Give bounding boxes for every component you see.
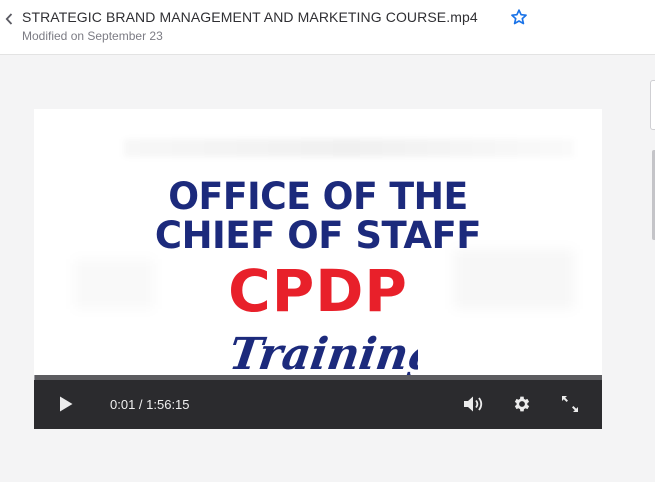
gear-icon: [514, 396, 530, 412]
player-controls: 0:01 / 1:56:15: [34, 375, 602, 429]
file-header: STRATEGIC BRAND MANAGEMENT AND MARKETING…: [0, 0, 655, 55]
video-player[interactable]: OFFICE OF THE CHIEF OF STAFF CPDP Traini…: [34, 109, 602, 429]
svg-text:Training: Training: [228, 328, 418, 380]
back-button[interactable]: [0, 9, 18, 29]
fullscreen-icon: [562, 396, 578, 412]
frame-background-blur: [124, 139, 574, 157]
file-title: STRATEGIC BRAND MANAGEMENT AND MARKETING…: [22, 9, 478, 25]
video-frame[interactable]: OFFICE OF THE CHIEF OF STAFF CPDP Traini…: [34, 109, 602, 380]
volume-icon: [464, 396, 483, 412]
side-panel-tab[interactable]: [650, 80, 655, 130]
favorite-button[interactable]: [510, 8, 528, 26]
chevron-left-icon: [5, 13, 13, 25]
progress-bar[interactable]: [34, 375, 602, 380]
modified-date: Modified on September 23: [22, 29, 163, 43]
play-button[interactable]: [58, 395, 74, 413]
frame-heading-line1: OFFICE OF THE: [168, 175, 468, 218]
star-outline-icon: [511, 9, 527, 25]
fullscreen-button[interactable]: [560, 394, 580, 414]
time-display: 0:01 / 1:56:15: [110, 397, 190, 412]
progress-fill: [34, 375, 35, 380]
volume-button[interactable]: [462, 394, 488, 414]
frame-cpdp-text: CPDP: [228, 257, 408, 325]
play-icon: [60, 396, 73, 412]
settings-button[interactable]: [512, 394, 532, 414]
frame-heading-line2: CHIEF OF STAFF: [154, 214, 482, 257]
